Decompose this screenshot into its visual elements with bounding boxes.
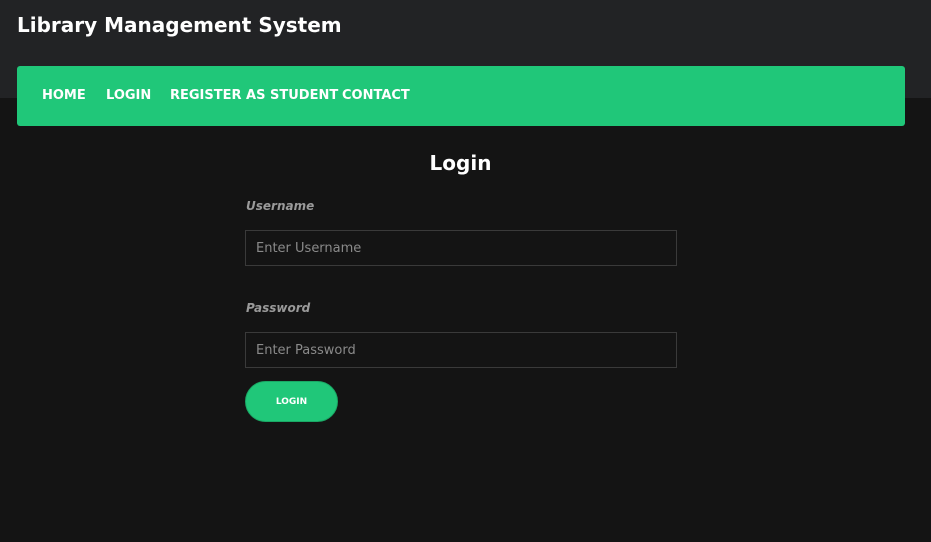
nav-item-register-as-student[interactable]: REGISTER AS STUDENT [170,88,338,103]
username-label: Username [246,199,315,213]
password-input[interactable] [245,332,677,368]
login-submit-button[interactable]: LOGIN [245,381,338,422]
username-input[interactable] [245,230,677,266]
password-label: Password [246,301,311,315]
site-title: Library Management System [17,13,342,37]
nav-item-contact[interactable]: CONTACT [342,88,410,103]
main-navbar: HOME LOGIN REGISTER AS STUDENT CONTACT [17,66,905,126]
nav-item-login[interactable]: LOGIN [106,88,151,103]
nav-item-home[interactable]: HOME [42,88,86,103]
login-heading: Login [429,151,492,175]
